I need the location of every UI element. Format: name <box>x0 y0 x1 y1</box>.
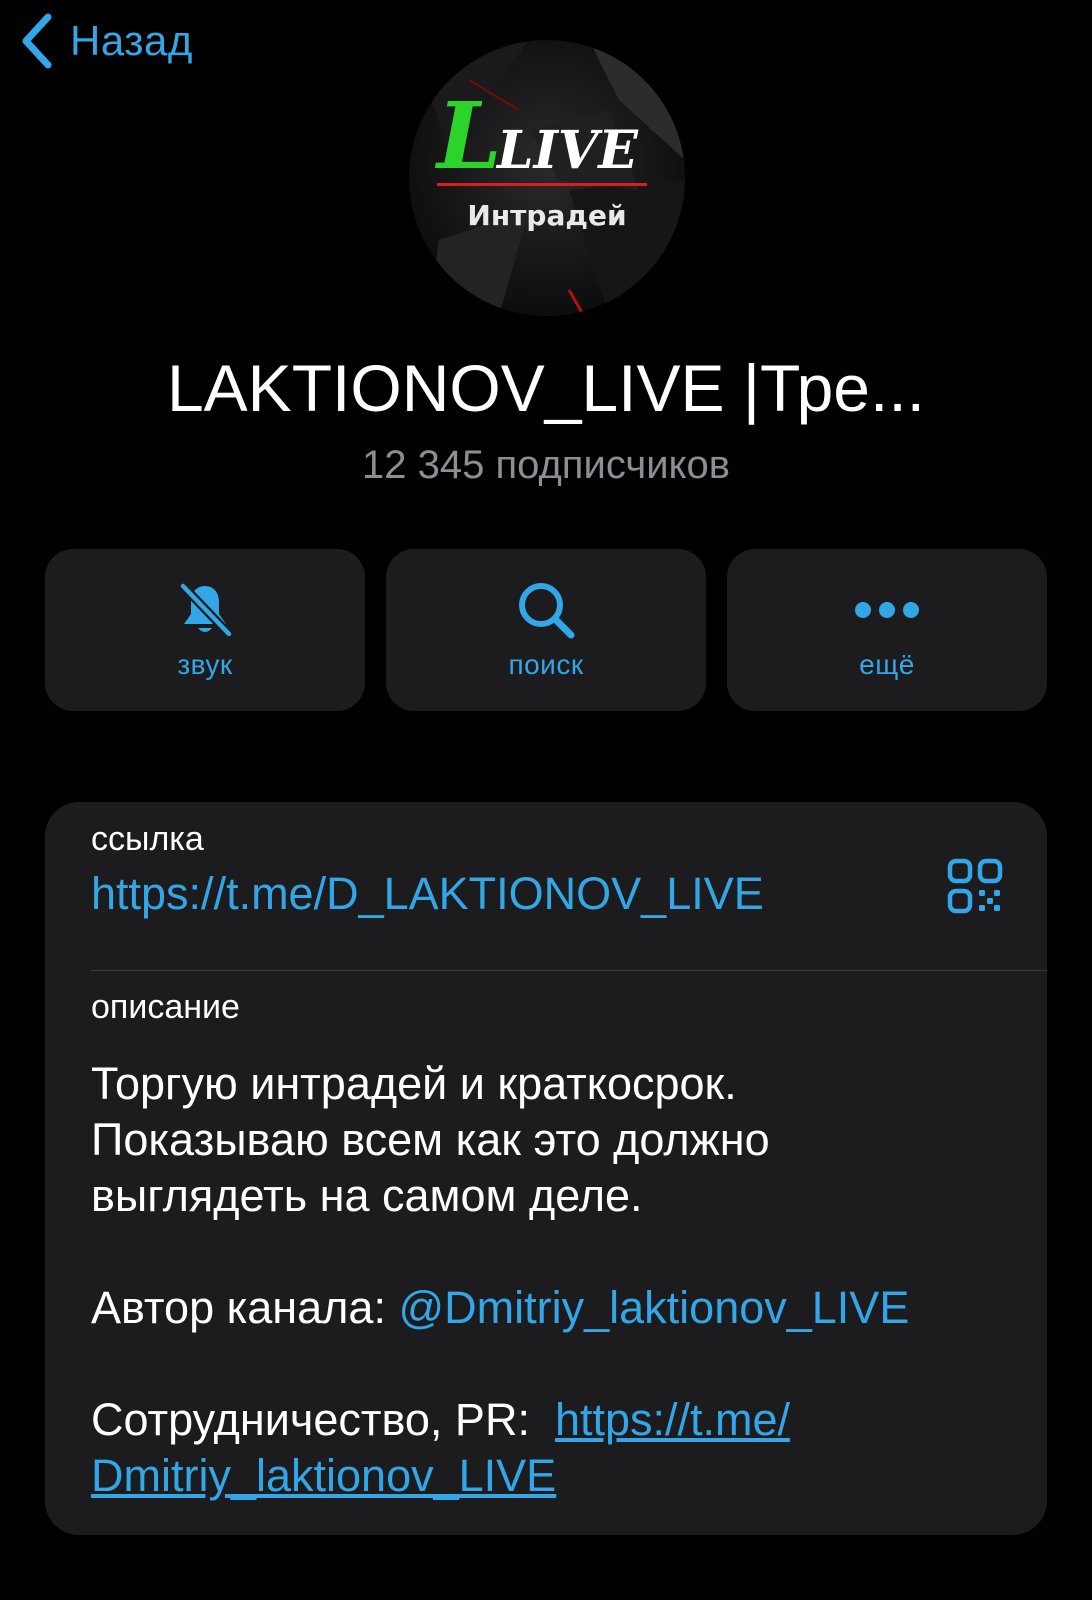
back-button[interactable]: Назад <box>20 12 193 70</box>
more-dots-icon <box>854 577 920 643</box>
author-mention-link[interactable]: @Dmitriy_laktionov_LIVE <box>398 1282 909 1333</box>
search-icon <box>515 577 577 643</box>
description-line: Торгую интрадей и краткосрок. <box>91 1058 737 1109</box>
search-label: поиск <box>508 649 584 680</box>
link-label: ссылка <box>91 820 204 858</box>
more-label: ещё <box>859 649 915 680</box>
search-button[interactable]: поиск <box>386 549 706 711</box>
description-gap <box>91 1224 1021 1280</box>
mute-button[interactable]: звук <box>45 549 365 711</box>
channel-link[interactable]: https://t.me/D_LAKTIONOV_LIVE <box>91 868 764 920</box>
logo-underline <box>437 183 647 186</box>
mute-label: звук <box>177 649 233 680</box>
author-line: Автор канала: @Dmitriy_laktionov_LIVE <box>91 1280 1021 1336</box>
chevron-left-icon <box>22 13 52 69</box>
info-card: ссылка https://t.me/D_LAKTIONOV_LIVE опи… <box>45 802 1047 1535</box>
pr-link-continued[interactable]: Dmitriy_laktionov_LIVE <box>91 1450 556 1501</box>
pr-prefix: Сотрудничество, PR: <box>91 1394 555 1445</box>
pr-link[interactable]: https://t.me/ <box>555 1394 790 1445</box>
description-line: выглядеть на самом деле. <box>91 1170 643 1221</box>
pr-line: Сотрудничество, PR: https://t.me/ <box>91 1392 1021 1448</box>
logo-live: LIVE <box>495 120 639 181</box>
description-label: описание <box>91 988 240 1026</box>
action-bar: звук поиск ещё <box>45 549 1047 711</box>
channel-logo: L LIVE Интрадей <box>409 40 685 316</box>
description-line: Показываю всем как это должно <box>91 1114 770 1165</box>
pr-line-continued: Dmitriy_laktionov_LIVE <box>91 1448 1021 1504</box>
channel-avatar[interactable]: L LIVE Интрадей <box>409 40 685 316</box>
bell-slash-icon <box>175 577 235 643</box>
logo-caption: Интрадей <box>467 199 626 232</box>
back-label: Назад <box>70 17 193 64</box>
divider <box>91 970 1047 971</box>
description-text: Торгую интрадей и краткосрок. Показываю … <box>91 1056 1021 1504</box>
description-gap <box>91 1336 1021 1392</box>
channel-title: LAKTIONOV_LIVE |Тре... <box>166 351 926 425</box>
logo-letter-l: L <box>434 82 502 190</box>
subscriber-count: 12 345 подписчиков <box>361 443 730 487</box>
more-button[interactable]: ещё <box>727 549 1047 711</box>
author-prefix: Автор канала: <box>91 1282 399 1333</box>
qr-code-icon[interactable] <box>947 858 1003 919</box>
